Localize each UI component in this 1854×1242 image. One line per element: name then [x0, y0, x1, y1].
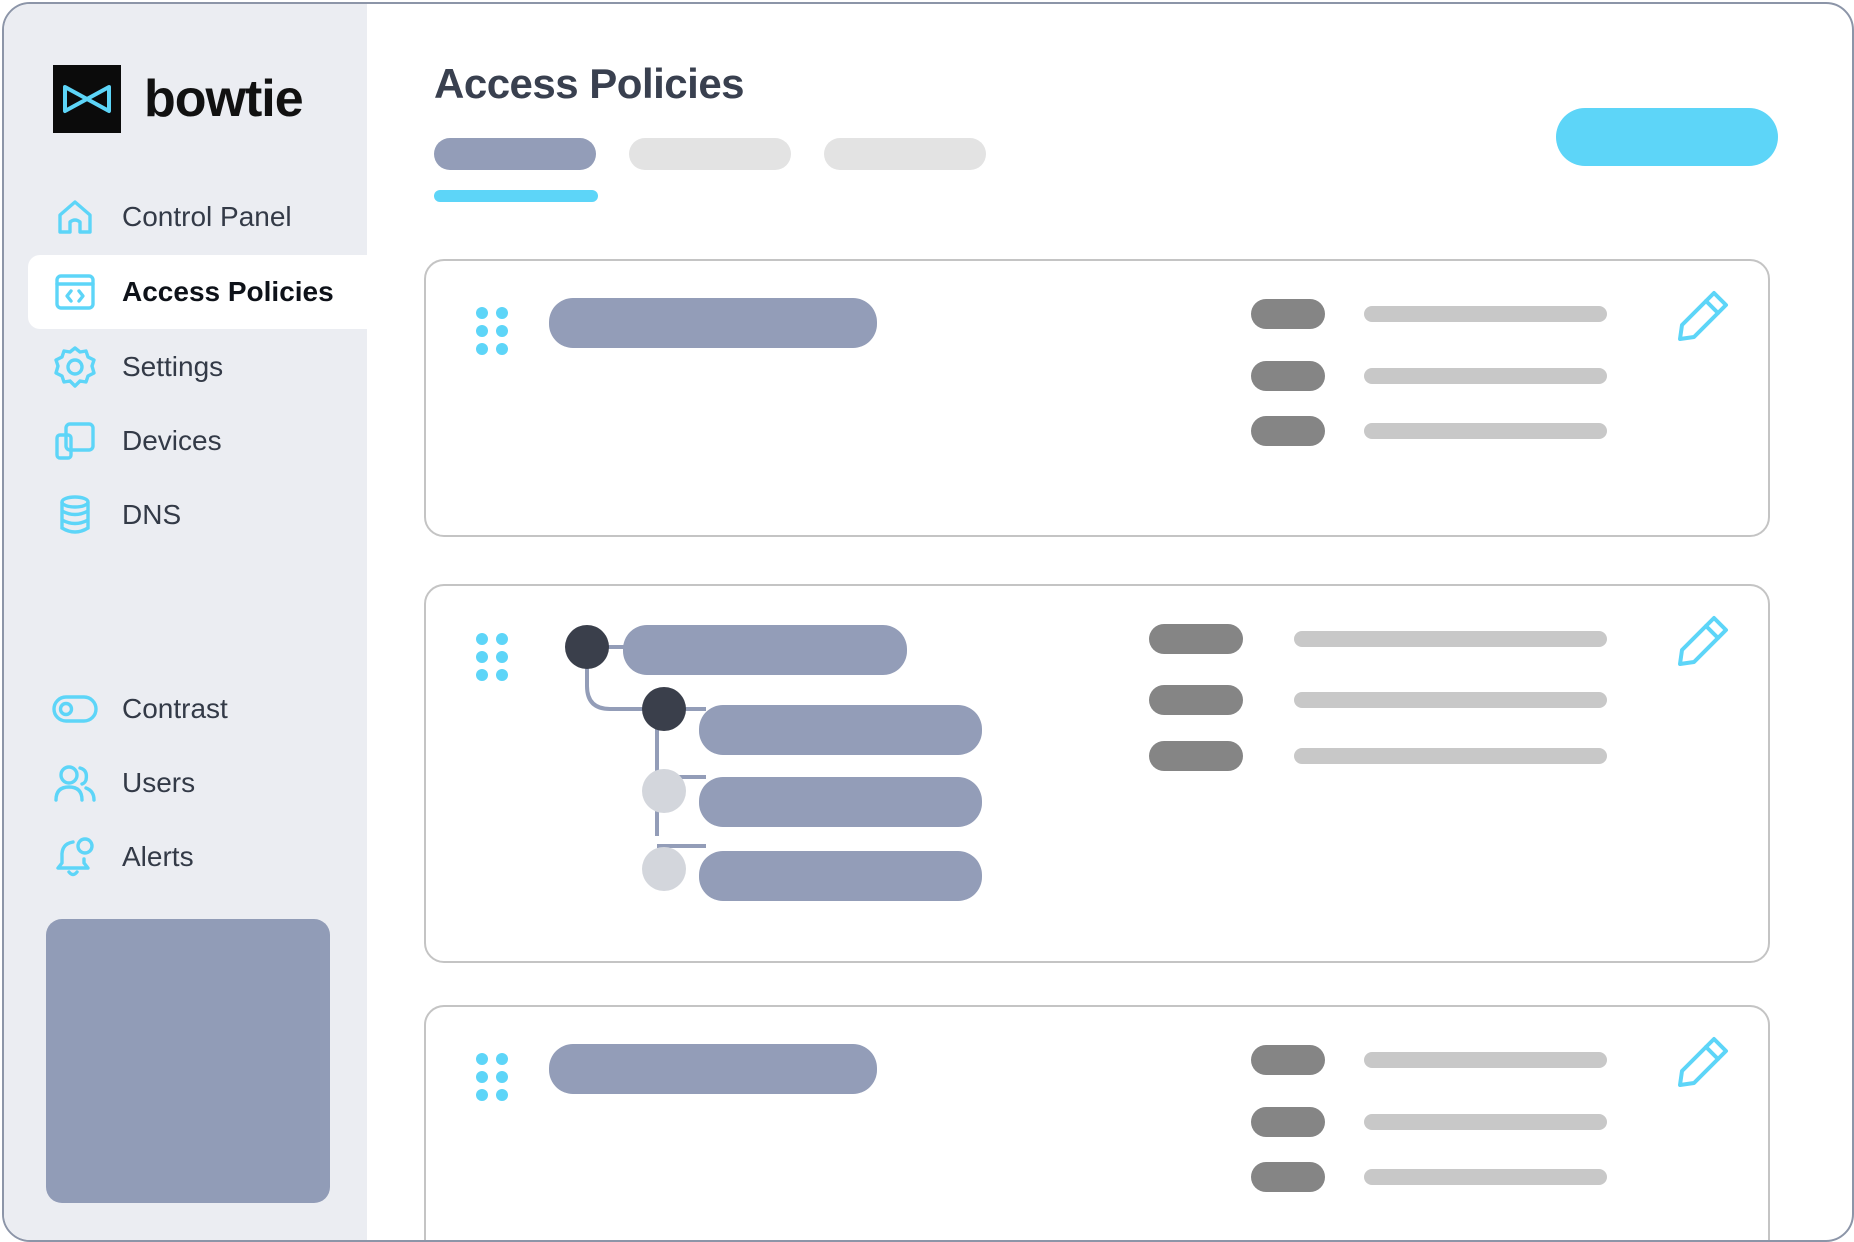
tree-node-root-label: [623, 625, 907, 675]
attribute-tag: [1149, 624, 1243, 654]
attribute-tag: [1251, 1107, 1325, 1137]
policy-card: [424, 259, 1770, 537]
pencil-icon[interactable]: [1676, 612, 1732, 668]
attribute-tag: [1149, 685, 1243, 715]
tab-2[interactable]: [629, 138, 791, 170]
primary-action-button[interactable]: [1556, 108, 1778, 166]
attribute-value: [1364, 1114, 1607, 1130]
code-window-icon: [52, 269, 98, 315]
tree-node-child: [642, 847, 686, 891]
attribute-value: [1294, 748, 1607, 764]
users-icon: [52, 760, 98, 806]
sidebar-item-label: Devices: [122, 425, 222, 456]
tree-node-child: [642, 769, 686, 813]
sidebar-item-contrast[interactable]: Contrast: [28, 672, 367, 746]
sidebar-item-label: Alerts: [122, 841, 194, 872]
attribute-value: [1294, 692, 1607, 708]
drag-handle-icon[interactable]: [476, 1053, 510, 1105]
tree-node-child: [642, 687, 686, 731]
sidebar-item-label: Access Policies: [122, 276, 334, 307]
sidebar-item-control-panel[interactable]: Control Panel: [28, 180, 367, 254]
gear-icon: [52, 344, 98, 390]
tree-node-root: [565, 625, 609, 669]
attribute-tag: [1149, 741, 1243, 771]
sidebar: bowtie Control Panel Access Policies Set…: [4, 4, 367, 1240]
attribute-value: [1364, 306, 1607, 322]
bell-icon: [52, 834, 98, 880]
sidebar-promo-card[interactable]: [46, 919, 330, 1203]
sidebar-item-users[interactable]: Users: [28, 746, 367, 820]
sidebar-item-devices[interactable]: Devices: [28, 404, 367, 478]
policy-card: [424, 1005, 1770, 1240]
brand-logo[interactable]: bowtie: [53, 65, 304, 133]
devices-icon: [52, 418, 98, 464]
policy-card: [424, 584, 1770, 963]
policy-tree: [565, 625, 982, 901]
sidebar-item-label: Contrast: [122, 693, 228, 724]
attribute-value: [1294, 631, 1607, 647]
tree-node-child-label: [699, 705, 982, 755]
tree-node-child-label: [699, 777, 982, 827]
tree-node-child-label: [699, 851, 982, 901]
sidebar-item-label: Settings: [122, 351, 224, 382]
toggle-icon: [52, 686, 98, 732]
sidebar-item-label: DNS: [122, 499, 182, 530]
sidebar-item-settings[interactable]: Settings: [28, 330, 367, 404]
tab-1[interactable]: [434, 138, 596, 170]
attribute-tag: [1251, 361, 1325, 391]
attribute-value: [1364, 423, 1607, 439]
active-tab-indicator: [434, 190, 598, 202]
attribute-tag: [1251, 1045, 1325, 1075]
home-icon: [52, 194, 98, 240]
pencil-icon[interactable]: [1676, 287, 1732, 343]
attribute-value: [1364, 368, 1607, 384]
attribute-value: [1364, 1169, 1607, 1185]
pencil-icon[interactable]: [1676, 1033, 1732, 1089]
policy-name-placeholder: [549, 1044, 877, 1094]
attribute-tag: [1251, 299, 1325, 329]
sidebar-item-alerts[interactable]: Alerts: [28, 820, 367, 894]
bowtie-logo-icon: [53, 65, 121, 133]
sidebar-item-label: Control Panel: [122, 201, 292, 232]
attribute-tag: [1251, 1162, 1325, 1192]
page-title: Access Policies: [434, 60, 745, 107]
app-window: bowtie Control Panel Access Policies Set…: [2, 2, 1854, 1242]
sidebar-item-access-policies[interactable]: Access Policies: [28, 255, 367, 329]
policy-name-placeholder: [549, 298, 877, 348]
attribute-tag: [1251, 416, 1325, 446]
drag-handle-icon[interactable]: [476, 307, 510, 359]
drag-handle-icon[interactable]: [476, 633, 510, 685]
brand-name: bowtie: [144, 70, 304, 128]
tab-3[interactable]: [824, 138, 986, 170]
sidebar-item-dns[interactable]: DNS: [28, 478, 367, 552]
attribute-value: [1364, 1052, 1607, 1068]
database-icon: [52, 492, 98, 538]
sidebar-item-label: Users: [122, 767, 196, 798]
